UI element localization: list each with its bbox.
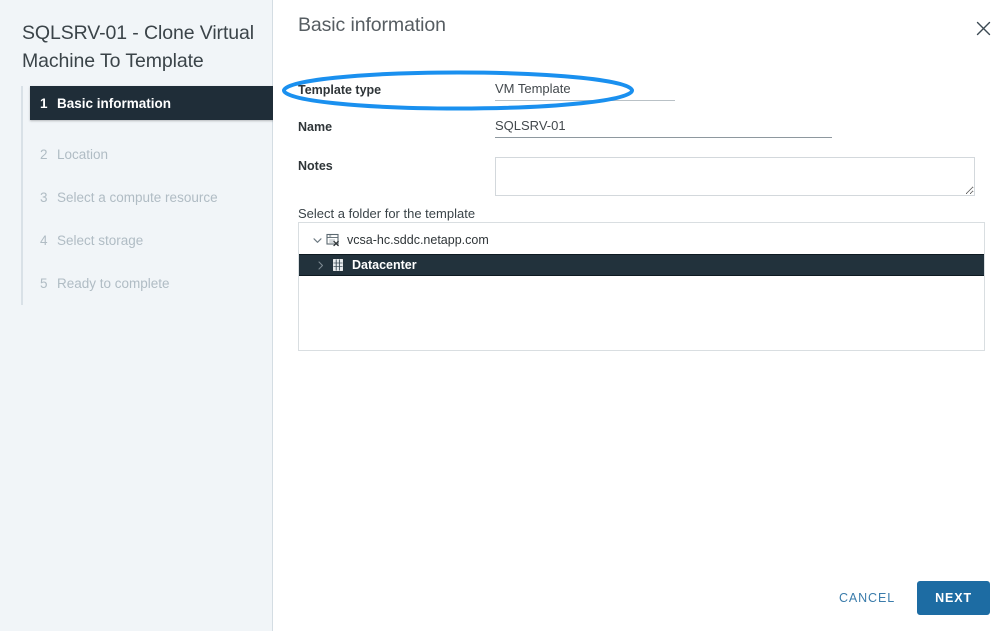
close-icon[interactable] [970, 15, 996, 41]
template-type-value: VM Template [495, 81, 675, 101]
next-button[interactable]: NEXT [917, 581, 990, 615]
tree-item-label: vcsa-hc.sddc.netapp.com [347, 233, 489, 247]
tree-item-datacenter[interactable]: Datacenter [299, 254, 984, 276]
vcenter-server-icon [324, 232, 341, 249]
chevron-down-icon[interactable] [310, 233, 324, 247]
sidebar-item-select-storage[interactable]: 4 Select storage [23, 219, 273, 262]
folder-tree-caption: Select a folder for the template [298, 206, 476, 221]
page-title: Basic information [298, 14, 446, 36]
datacenter-icon [329, 257, 346, 274]
form-row-name: Name [298, 118, 984, 138]
tree-item-label: Datacenter [352, 258, 417, 272]
name-label: Name [298, 120, 333, 134]
wizard-sidebar: SQLSRV-01 - Clone Virtual Machine To Tem… [0, 0, 277, 631]
notes-input[interactable] [495, 157, 975, 196]
sidebar-item-location[interactable]: 2 Location [23, 133, 273, 176]
step-number: 1 [40, 95, 48, 111]
sidebar-item-basic-information[interactable]: 1 Basic information [30, 86, 277, 120]
dialog-footer: CANCEL NEXT [835, 581, 990, 615]
wizard-title: SQLSRV-01 - Clone Virtual Machine To Tem… [22, 22, 254, 72]
folder-tree[interactable]: vcsa-hc.sddc.netapp.com Datacenter [298, 222, 985, 351]
step-label: Ready to complete [57, 276, 170, 291]
form-row-template-type: Template type VM Template [298, 81, 984, 101]
step-label: Basic information [57, 95, 172, 111]
sidebar-item-select-a-compute-resource[interactable]: 3 Select a compute resource [23, 176, 273, 219]
form-row-notes: Notes [298, 157, 984, 196]
name-input[interactable] [495, 118, 832, 138]
step-number: 3 [40, 190, 48, 205]
cancel-button[interactable]: CANCEL [835, 585, 899, 611]
step-label: Select a compute resource [57, 190, 218, 205]
tree-item-vcenter-root[interactable]: vcsa-hc.sddc.netapp.com [299, 228, 984, 252]
template-type-label: Template type [298, 83, 382, 97]
clone-vm-to-template-dialog: SQLSRV-01 - Clone Virtual Machine To Tem… [0, 0, 1008, 631]
step-number: 4 [40, 233, 48, 248]
step-label: Location [57, 147, 109, 162]
sidebar-item-ready-to-complete[interactable]: 5 Ready to complete [23, 262, 273, 305]
step-number: 2 [40, 147, 48, 162]
wizard-main-pane: Basic information Template type VM Templ… [273, 0, 1008, 631]
step-label: Select storage [57, 233, 144, 248]
notes-label: Notes [298, 159, 333, 173]
step-spacer [23, 120, 273, 133]
wizard-step-list: 1 Basic information 2 Location 3 Select … [21, 86, 277, 305]
chevron-right-icon[interactable] [313, 258, 327, 272]
step-number: 5 [40, 276, 48, 291]
